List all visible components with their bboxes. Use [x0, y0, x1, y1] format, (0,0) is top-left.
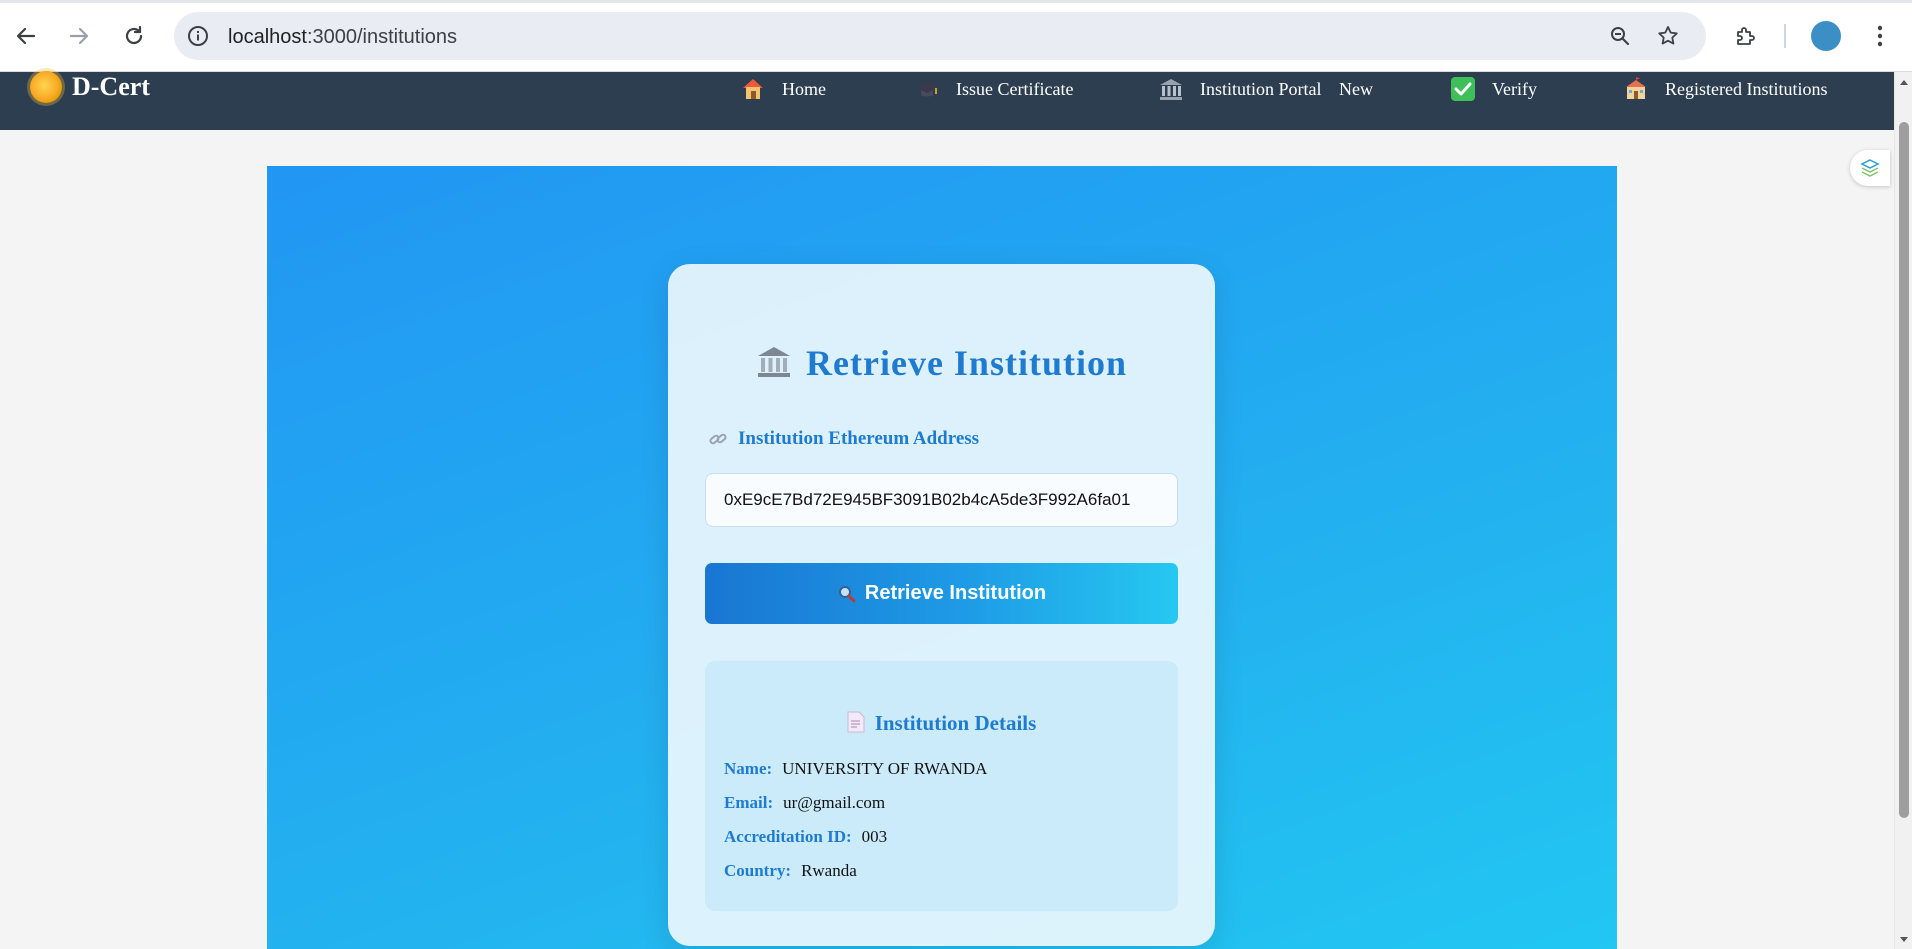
address-bar[interactable]: localhost:3000/institutions	[174, 12, 1706, 60]
card-title-text: Retrieve Institution	[806, 343, 1127, 383]
site-info-icon[interactable]	[186, 24, 210, 48]
retrieve-button-label: Retrieve Institution	[864, 582, 1047, 604]
nav-label: Institution Portal	[1200, 78, 1322, 99]
details-title-text: Institution Details	[874, 711, 1037, 735]
forward-button[interactable]	[63, 20, 95, 52]
detail-row-name: Name: UNIVERSITY OF RWANDA	[724, 759, 987, 779]
tab-strip	[0, 0, 1912, 3]
url-text[interactable]: localhost:3000/institutions	[228, 26, 457, 49]
detail-value: Rwanda	[801, 861, 857, 880]
layers-icon	[1860, 159, 1880, 177]
nav-label: New	[1339, 78, 1373, 99]
ethereum-address-input[interactable]	[705, 473, 1178, 527]
reload-button[interactable]	[118, 20, 150, 52]
detail-value: 003	[861, 827, 888, 846]
detail-value: UNIVERSITY OF RWANDA	[782, 759, 988, 778]
nav-label: Registered Institutions	[1665, 78, 1828, 99]
zoom-icon[interactable]	[1608, 24, 1632, 48]
detail-row-country: Country: Rwanda	[724, 861, 857, 881]
scroll-up-icon[interactable]	[1899, 78, 1909, 88]
detail-key: Name:	[724, 759, 773, 778]
detail-row-accreditation-id: Accreditation ID: 003	[724, 827, 887, 847]
nav-label: Home	[782, 78, 826, 99]
nav-label: Issue Certificate	[956, 78, 1074, 99]
more-vertical-icon	[1877, 25, 1883, 47]
retrieve-institution-card: Retrieve Institution Institution Ethereu…	[668, 264, 1215, 946]
nav-item-institution-portal[interactable]: Institution Portal	[1158, 76, 1322, 102]
document-icon	[847, 711, 865, 733]
site-navbar: D-Cert Home Issue Certificate Institutio…	[0, 71, 1894, 130]
bookmark-star-icon[interactable]	[1656, 24, 1680, 48]
details-title: Institution Details	[705, 711, 1178, 736]
extensions-button[interactable]	[1730, 20, 1762, 52]
institution-details-panel: Institution Details Name: UNIVERSITY OF R…	[705, 661, 1178, 911]
detail-value: ur@gmail.com	[783, 793, 886, 812]
nav-item-home[interactable]: Home	[740, 76, 826, 102]
school-icon	[1626, 77, 1646, 99]
puzzle-icon	[1737, 27, 1755, 45]
url-host: localhost	[228, 26, 307, 48]
magnifying-glass-icon	[838, 585, 856, 602]
scrollbar-thumb[interactable]	[1899, 122, 1909, 818]
browser-toolbar: localhost:3000/institutions	[0, 0, 1912, 72]
nav-item-new[interactable]: New	[1339, 76, 1373, 102]
scroll-down-icon[interactable]	[1899, 934, 1909, 944]
detail-row-email: Email: ur@gmail.com	[724, 793, 885, 813]
browser-menu-button[interactable]	[1864, 20, 1896, 52]
brand[interactable]: D-Cert	[30, 71, 150, 103]
detail-key: Accreditation ID:	[724, 827, 852, 846]
url-path: :3000/institutions	[306, 26, 458, 48]
card-title: Retrieve Institution	[668, 342, 1215, 384]
nav-item-issue-certificate[interactable]: Issue Certificate	[914, 76, 1073, 102]
page-scrollbar[interactable]	[1894, 72, 1912, 949]
sun-logo-icon	[30, 71, 62, 103]
address-label-text: Institution Ethereum Address	[738, 428, 980, 449]
brand-name: D-Cert	[72, 72, 150, 101]
nav-item-registered-institutions[interactable]: Registered Institutions	[1623, 76, 1827, 102]
nav-item-verify[interactable]: Verify	[1450, 76, 1537, 102]
detail-key: Email:	[724, 793, 774, 812]
nav-label: Verify	[1492, 78, 1537, 99]
classical-building-icon	[758, 347, 791, 377]
graduation-cap-icon	[916, 82, 938, 97]
arrow-right-icon	[69, 27, 89, 45]
toolbar-separator	[1784, 24, 1786, 48]
address-label: Institution Ethereum Address	[708, 428, 979, 450]
back-button[interactable]	[10, 20, 42, 52]
house-icon	[743, 79, 763, 99]
classical-building-icon	[1160, 79, 1182, 100]
arrow-left-icon	[16, 27, 36, 45]
floating-extension-badge[interactable]	[1850, 150, 1890, 186]
profile-avatar[interactable]	[1811, 21, 1841, 51]
link-icon	[709, 433, 727, 445]
check-mark-icon	[1451, 77, 1475, 101]
detail-key: Country:	[724, 861, 792, 880]
retrieve-institution-button[interactable]: Retrieve Institution	[705, 563, 1178, 624]
reload-icon	[125, 25, 143, 45]
